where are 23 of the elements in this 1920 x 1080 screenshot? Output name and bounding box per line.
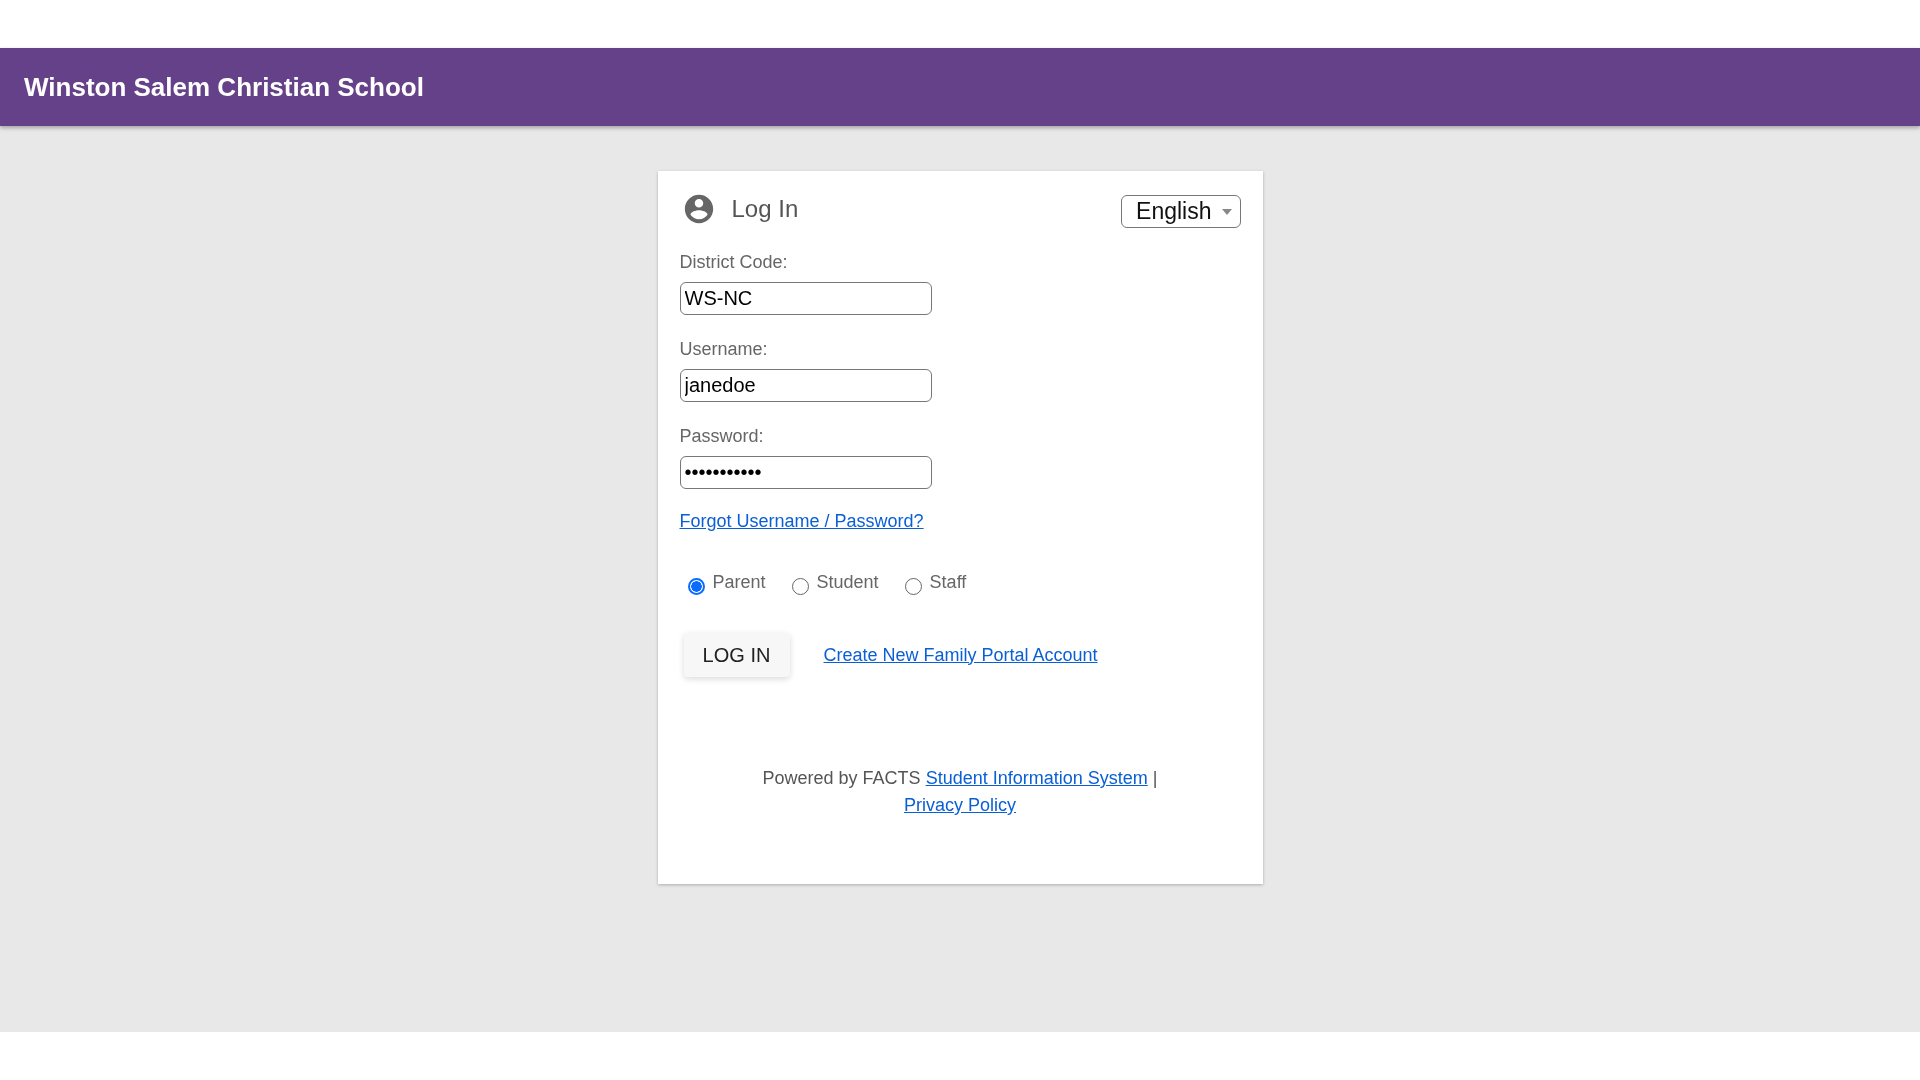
radio-label: Staff [929,572,967,593]
caret-icon [1221,208,1232,215]
field-label: District Code: [679,252,789,273]
radio-label: Student [816,572,879,593]
separator-text: | [1152,768,1158,788]
radio-button[interactable] [687,578,705,595]
powered-by-text: Powered by FACTS [762,768,921,788]
privacy-policy-link[interactable]: Privacy Policy [904,795,1016,815]
login-title: Log In [731,194,799,223]
input-field[interactable]: ••••••••••• [679,456,932,489]
sis-link[interactable]: Student Information System [925,768,1148,788]
field-label: Username: [679,339,769,360]
school-name: Winston Salem Christian School [24,71,424,103]
login-button[interactable]: LOG IN [683,633,790,677]
radio-button[interactable] [904,578,922,595]
create-account-link[interactable]: Create New Family Portal Account [823,644,1098,666]
radio-label: Parent [712,572,766,593]
input-field[interactable]: WS-NC [679,282,932,315]
radio-button[interactable] [791,578,809,595]
input-field[interactable]: janedoe [679,369,932,402]
forgot-password-link[interactable]: Forgot Username / Password? [679,511,924,531]
field-label: Password: [679,426,765,447]
language-select[interactable]: English [1121,195,1241,228]
